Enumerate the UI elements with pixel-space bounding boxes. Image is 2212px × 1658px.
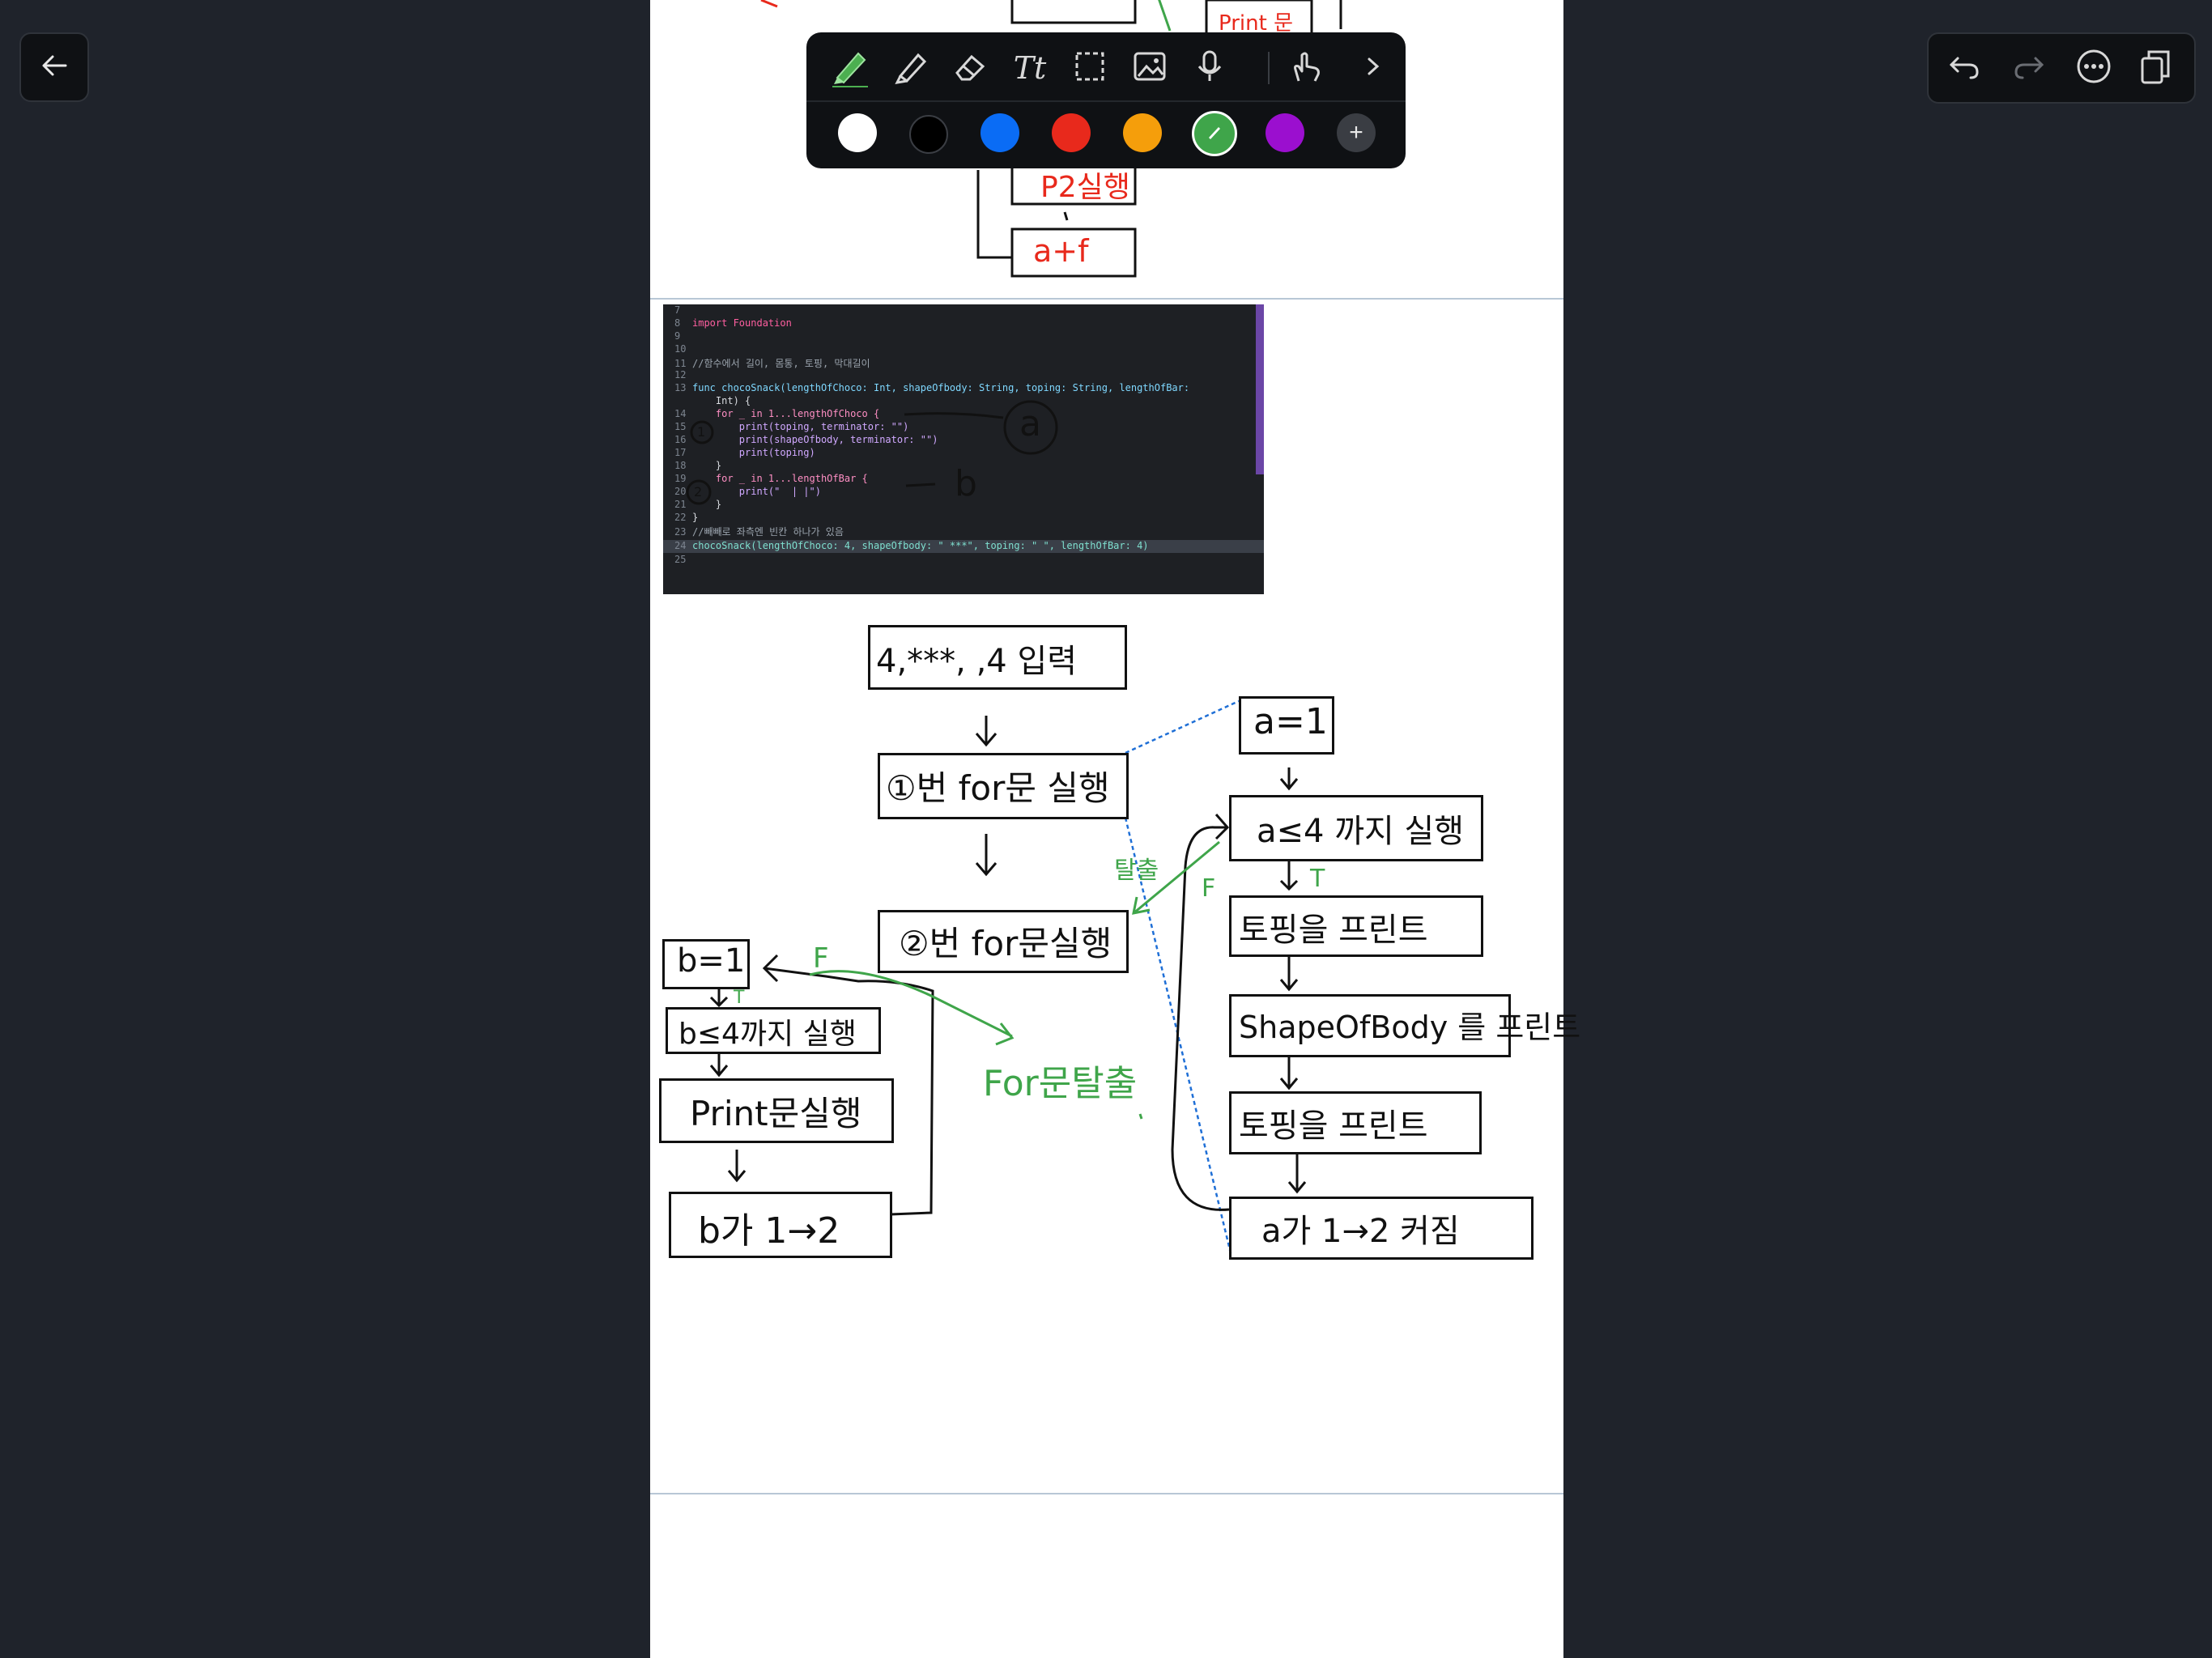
input-label: 4,***, ,4 입력 xyxy=(876,643,1078,680)
pages-button[interactable] xyxy=(2131,44,2180,92)
lasso-select-icon xyxy=(1072,49,1108,88)
image-tool[interactable] xyxy=(1125,44,1174,92)
a-plus-label: a+f xyxy=(1033,233,1089,269)
code-annotation-1: 1 xyxy=(697,424,706,440)
eraser-tool[interactable] xyxy=(946,44,994,92)
eraser-icon xyxy=(952,49,988,88)
microphone-tool[interactable] xyxy=(1185,44,1234,92)
true-label-1: T xyxy=(1310,865,1325,893)
drawing-toolbar: Tt xyxy=(806,32,1406,168)
color-swatch-blue[interactable] xyxy=(981,113,1019,152)
for-loop-2-label: ②번 for문실행 xyxy=(899,924,1112,963)
image-icon xyxy=(1132,49,1168,88)
exit-label-1: 탈출 xyxy=(1114,857,1159,885)
touch-icon xyxy=(1287,49,1323,88)
lasso-select-tool[interactable] xyxy=(1066,44,1114,92)
page-divider xyxy=(650,1493,1563,1494)
color-swatch-red[interactable] xyxy=(1052,113,1091,152)
redo-icon xyxy=(2013,50,2045,87)
pen-tool[interactable] xyxy=(826,44,874,92)
b-init-label: b=1 xyxy=(677,942,746,980)
pen-icon xyxy=(831,45,870,91)
edit-icon xyxy=(1205,122,1224,146)
code-ink-annotations xyxy=(686,400,1058,505)
b-print-label: Print문실행 xyxy=(690,1094,862,1133)
page-divider xyxy=(650,298,1563,300)
true-label-2: T xyxy=(734,988,745,1008)
color-swatch-white[interactable] xyxy=(838,113,877,152)
false-label-1: F xyxy=(1202,874,1216,903)
b-condition-label: b≤4까지 실행 xyxy=(678,1018,857,1051)
chevron-right-icon xyxy=(1361,54,1385,83)
for-loop-1-label: ①번 for문 실행 xyxy=(886,768,1110,808)
code-annotation-b: b xyxy=(955,463,977,504)
a-increment-label: a가 1→2 커짐 xyxy=(1261,1213,1460,1250)
marker-tool[interactable] xyxy=(886,44,934,92)
color-swatch-purple[interactable] xyxy=(1266,113,1304,152)
back-button[interactable] xyxy=(19,32,89,102)
a-init-label: a=1 xyxy=(1253,701,1328,742)
color-swatch-orange[interactable] xyxy=(1123,113,1162,152)
toping-print-label-2: 토핑을 프린트 xyxy=(1239,1107,1428,1145)
for-exit-label: For문탈출 xyxy=(983,1063,1138,1104)
microphone-icon xyxy=(1192,49,1227,88)
p2-label: P2실행 xyxy=(1040,171,1130,204)
top-right-controls xyxy=(1927,32,2196,104)
toolbar-row-separator xyxy=(806,100,1406,102)
undo-button[interactable] xyxy=(1940,44,1989,92)
false-label-2: F xyxy=(813,942,829,975)
code-annotation-2: 2 xyxy=(694,484,703,500)
add-color-button[interactable]: + xyxy=(1337,113,1376,152)
color-swatch-black[interactable] xyxy=(909,115,948,154)
code-annotation-a: a xyxy=(1019,403,1041,444)
toolbar-separator xyxy=(1268,52,1270,84)
touch-tool[interactable] xyxy=(1281,44,1329,92)
more-button[interactable] xyxy=(2069,44,2118,92)
marker-icon xyxy=(892,49,928,88)
code-screenshot[interactable]: 7 8 import Foundation 9 10 11//함수에서 길이, 몸… xyxy=(663,304,1264,594)
a-condition-label: a≤4 까지 실행 xyxy=(1257,813,1465,850)
text-icon: Tt xyxy=(1013,50,1047,86)
shape-print-label: ShapeOfBody 를 프린트 xyxy=(1239,1010,1581,1045)
color-swatch-green-selected[interactable] xyxy=(1192,111,1237,156)
undo-icon xyxy=(1948,50,1980,87)
more-icon xyxy=(2076,49,2112,88)
expand-toolbar-button[interactable] xyxy=(1349,44,1397,92)
toping-print-label-1: 토핑을 프린트 xyxy=(1239,912,1428,949)
pages-icon xyxy=(2138,49,2173,88)
text-tool[interactable]: Tt xyxy=(1006,44,1054,92)
redo-button[interactable] xyxy=(2005,44,2053,92)
b-increment-label: b가 1→2 xyxy=(698,1210,840,1252)
arrow-left-icon xyxy=(40,51,69,84)
